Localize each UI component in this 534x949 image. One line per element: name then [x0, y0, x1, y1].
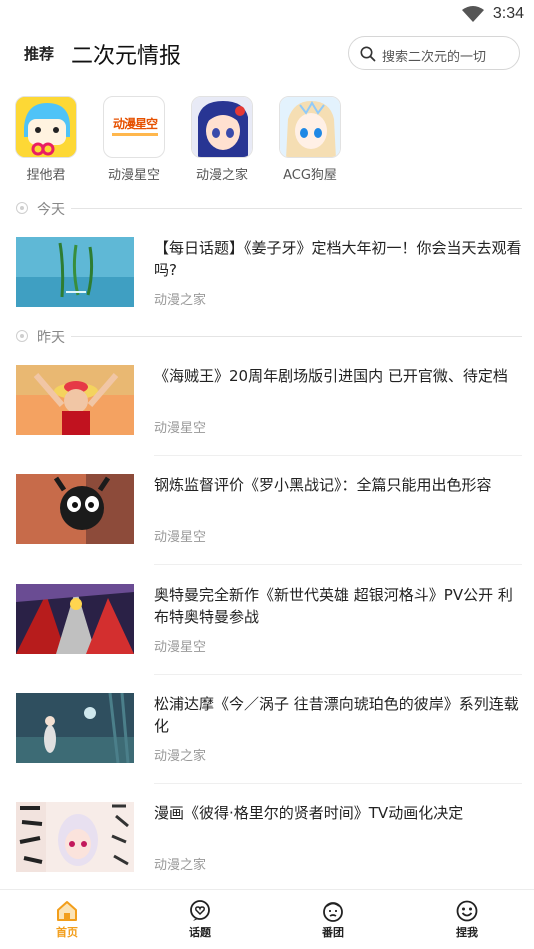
- nav-me[interactable]: 捏我: [427, 900, 507, 940]
- nav-topics[interactable]: 话题: [160, 900, 240, 940]
- smile-icon: [456, 900, 478, 922]
- news-item[interactable]: 松浦达摩《今／涡子 往昔漂向琥珀色的彼岸》系列连载化 动漫之家: [16, 693, 522, 803]
- source-list: 捏他君 动漫星空 动漫星空 动漫之家 ACG狗屋: [14, 96, 520, 186]
- date-divider: 今天: [16, 199, 522, 218]
- divider-line: [71, 336, 522, 337]
- character-logo-icon: [16, 97, 76, 157]
- source-item[interactable]: ACG狗屋: [278, 96, 342, 183]
- news-item[interactable]: 奥特曼完全新作《新世代英雄 超银河格斗》PV公开 利布特奥特曼参战 动漫星空: [16, 584, 522, 694]
- news-title: 【每日话题】《姜子牙》定档大年初一！你会当天去观看吗?: [154, 239, 522, 279]
- item-separator: [154, 783, 522, 784]
- search-box[interactable]: 搜索二次元的一切: [348, 36, 520, 70]
- heart-bubble-icon: [190, 900, 210, 921]
- top-header: 推荐 二次元情报 搜索二次元的一切: [0, 34, 534, 74]
- anime-girl-logo-icon: [280, 97, 340, 157]
- news-thumbnail: [16, 237, 134, 307]
- source-item[interactable]: 动漫星空 动漫星空: [102, 96, 166, 183]
- news-title: 松浦达摩《今／涡子 往昔漂向琥珀色的彼岸》系列连载化: [154, 695, 519, 735]
- nav-home-label: 首页: [56, 926, 78, 939]
- source-item[interactable]: 动漫之家: [190, 96, 254, 183]
- face-icon: [323, 902, 343, 922]
- news-item[interactable]: 《海贼王》20周年剧场版引进国内 已开官微、待定档 动漫星空: [16, 365, 522, 475]
- news-thumbnail: [16, 693, 134, 763]
- wifi-icon: [462, 6, 484, 22]
- status-bar: 3:34: [0, 0, 534, 30]
- news-title: 漫画《彼得·格里尔的贤者时间》TV动画化决定: [154, 804, 464, 822]
- tab-news[interactable]: 二次元情报: [71, 38, 181, 70]
- source-logo: 动漫星空: [103, 96, 165, 158]
- news-title: 《海贼王》20周年剧场版引进国内 已开官微、待定档: [154, 367, 508, 385]
- divider-line: [71, 208, 522, 209]
- source-name: 捏他君: [26, 168, 66, 183]
- news-source: 动漫之家: [154, 749, 207, 764]
- search-placeholder: 搜索二次元的一切: [382, 50, 487, 65]
- news-source: 动漫之家: [154, 293, 207, 308]
- source-name: 动漫之家: [195, 168, 248, 183]
- news-source: 动漫之家: [154, 858, 207, 873]
- news-item[interactable]: 钢炼监督评价《罗小黑战记》：全篇只能用出色形容 动漫星空: [16, 474, 522, 584]
- nav-home[interactable]: 首页: [27, 900, 107, 940]
- date-divider: 昨天: [16, 327, 522, 346]
- anime-girl-logo-icon: [192, 97, 252, 157]
- clock: 3:34: [492, 5, 524, 22]
- timeline-dot-icon: [16, 202, 28, 214]
- tab-recommend[interactable]: 推荐: [24, 43, 54, 64]
- source-item[interactable]: 捏他君: [14, 96, 78, 183]
- source-logo: [15, 96, 77, 158]
- search-icon: [360, 46, 376, 62]
- logo-wordmark: 动漫星空: [112, 117, 158, 131]
- nav-me-label: 捏我: [456, 926, 478, 939]
- item-separator: [154, 674, 522, 675]
- date-label: 今天: [37, 202, 65, 218]
- date-label: 昨天: [37, 330, 65, 346]
- news-source: 动漫星空: [154, 421, 207, 436]
- news-title: 奥特曼完全新作《新世代英雄 超银河格斗》PV公开 利布特奥特曼参战: [154, 586, 513, 626]
- item-separator: [154, 455, 522, 456]
- news-title: 钢炼监督评价《罗小黑战记》：全篇只能用出色形容: [154, 476, 492, 494]
- news-source: 动漫星空: [154, 640, 207, 655]
- source-logo: [191, 96, 253, 158]
- news-thumbnail: [16, 474, 134, 544]
- bottom-navigation: 首页 话题 番团 捏我: [0, 889, 534, 949]
- nav-topics-label: 话题: [189, 926, 211, 939]
- news-thumbnail: [16, 584, 134, 654]
- source-name: 动漫星空: [107, 168, 160, 183]
- source-logo: [279, 96, 341, 158]
- item-separator: [154, 564, 522, 565]
- logo-underline: [112, 133, 158, 136]
- source-name: ACG狗屋: [283, 168, 337, 183]
- news-thumbnail: [16, 365, 134, 435]
- news-thumbnail: [16, 802, 134, 872]
- nav-groups[interactable]: 番团: [293, 900, 373, 940]
- nav-groups-label: 番团: [322, 926, 344, 939]
- news-source: 动漫星空: [154, 530, 207, 545]
- timeline-dot-icon: [16, 330, 28, 342]
- home-icon: [57, 901, 77, 921]
